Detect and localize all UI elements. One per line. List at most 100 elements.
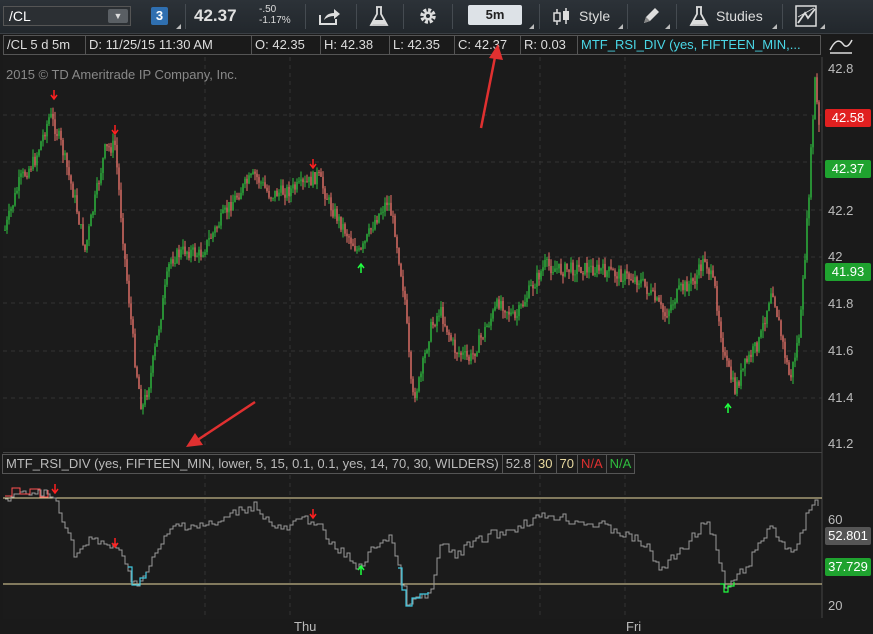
candle-body — [546, 258, 548, 260]
candle-body — [170, 259, 172, 264]
candle-body — [160, 319, 162, 330]
candle-body — [562, 273, 564, 277]
candle-body — [258, 177, 260, 183]
candle-body — [428, 341, 430, 351]
candle-body — [130, 303, 132, 320]
candle-body — [252, 171, 254, 175]
candle-body — [768, 303, 770, 311]
candle-body — [606, 271, 608, 277]
lower-study-title[interactable]: MTF_RSI_DIV (yes, FIFTEEN_MIN, lower, 5,… — [2, 454, 503, 474]
candle-body — [738, 381, 740, 386]
candle-body — [156, 335, 158, 347]
candle-body — [22, 171, 24, 174]
candle-body — [658, 297, 660, 302]
rsi-tick: 20 — [828, 598, 843, 613]
candle-body — [724, 352, 726, 356]
candle-body — [282, 185, 284, 195]
candle-body — [352, 243, 354, 246]
candle-body — [542, 267, 544, 272]
candle-body — [806, 218, 808, 261]
rsi-line — [5, 489, 819, 606]
candle-body — [584, 262, 586, 275]
candle-body — [224, 207, 226, 210]
candle-body — [728, 360, 730, 367]
candle-body — [588, 266, 590, 273]
candle-body — [162, 298, 164, 320]
candle-body — [54, 119, 56, 135]
candle-body — [680, 283, 682, 286]
candle-body — [506, 311, 508, 313]
candle-body — [238, 197, 240, 200]
low-price-tag: 41.93 — [825, 263, 871, 281]
candle-body — [168, 263, 170, 272]
candle-body — [808, 197, 810, 219]
candle-body — [744, 358, 746, 369]
candle-body — [702, 258, 704, 271]
candle-body — [622, 280, 624, 282]
candle-body — [242, 184, 244, 193]
candle-body — [188, 251, 190, 258]
candle-body — [602, 263, 604, 269]
candle-body — [794, 357, 796, 362]
candle-body — [304, 181, 306, 183]
candle-body — [550, 266, 552, 274]
candle-body — [268, 190, 270, 198]
candle-body — [78, 212, 80, 225]
candle-body — [568, 269, 570, 272]
candle-body — [696, 275, 698, 284]
candle-body — [240, 192, 242, 200]
candle-body — [204, 252, 206, 256]
candle-body — [816, 77, 818, 103]
candle-body — [150, 372, 152, 389]
price-tick: 41.6 — [828, 343, 854, 358]
candle-body — [328, 197, 330, 200]
candle-body — [814, 77, 816, 120]
candle-body — [196, 255, 198, 257]
candle-body — [694, 281, 696, 284]
candle-body — [244, 178, 246, 185]
candle-body — [748, 354, 750, 362]
candle-body — [198, 249, 200, 256]
candle-body — [306, 181, 308, 183]
candle-body — [394, 215, 396, 237]
candle-body — [440, 307, 442, 316]
candle-body — [532, 284, 534, 289]
candle-body — [294, 184, 296, 190]
candle-body — [754, 342, 756, 347]
candle-body — [122, 218, 124, 244]
candle-body — [700, 264, 702, 271]
sell-signal-arrow — [309, 159, 317, 170]
candle-body — [682, 283, 684, 291]
candle-body — [608, 266, 610, 272]
candle-body — [44, 134, 46, 137]
candle-body — [324, 188, 326, 199]
time-label-thu: Thu — [294, 619, 317, 634]
candle-body — [398, 248, 400, 264]
candle-body — [638, 283, 640, 285]
candle-body — [516, 316, 518, 318]
candle-body — [770, 293, 772, 304]
candle-body — [118, 167, 120, 190]
candle-body — [132, 319, 134, 334]
candle-body — [464, 351, 466, 353]
candle-body — [260, 182, 262, 184]
candle-body — [456, 352, 458, 355]
candle-body — [570, 262, 572, 272]
candle-body — [374, 220, 376, 230]
candle-body — [714, 277, 716, 287]
candle-body — [4, 229, 6, 231]
candle-body — [674, 302, 676, 305]
sell-signal-arrow — [51, 484, 59, 495]
candle-body — [128, 280, 130, 304]
candle-body — [732, 377, 734, 380]
candle-body — [186, 251, 188, 255]
candle-body — [800, 309, 802, 338]
candle-body — [578, 264, 580, 268]
overbought-value: 70 — [555, 454, 578, 474]
candle-body — [502, 300, 504, 311]
candle-body — [370, 228, 372, 230]
candle-body — [392, 215, 394, 217]
candle-body — [340, 216, 342, 230]
candle-body — [200, 249, 202, 257]
candle-body — [314, 172, 316, 185]
